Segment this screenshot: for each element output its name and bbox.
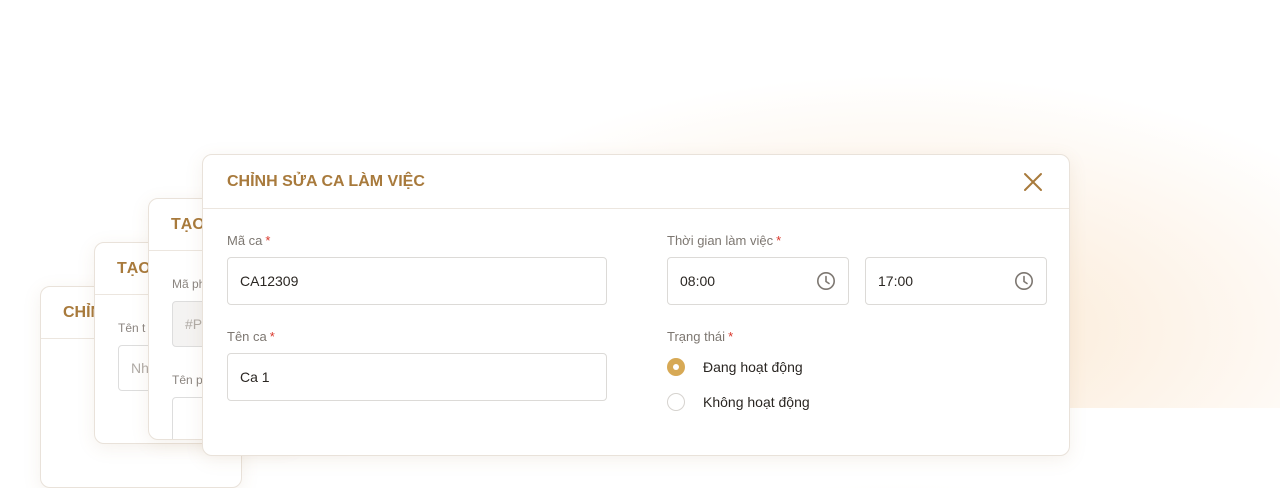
required-marker: * xyxy=(728,329,734,344)
status-option-active[interactable]: Đang hoạt động xyxy=(667,358,803,376)
shift-name-label: Tên ca * xyxy=(227,329,275,344)
start-time-value: 08:00 xyxy=(680,273,716,289)
status-option-inactive[interactable]: Không hoạt động xyxy=(667,393,810,411)
end-time-input[interactable]: 17:00 xyxy=(865,257,1047,305)
dialog-title: CHỈNH SỬA CA LÀM VIỆC xyxy=(203,155,1069,209)
radio-selected[interactable] xyxy=(667,358,685,376)
close-icon xyxy=(1024,173,1042,191)
required-marker: * xyxy=(265,233,271,248)
shift-code-value: CA12309 xyxy=(240,273,299,289)
clock-icon[interactable] xyxy=(816,271,836,291)
work-time-label: Thời gian làm việc * xyxy=(667,233,782,248)
background-field-label: Mã ph xyxy=(172,277,206,291)
required-marker: * xyxy=(776,233,782,248)
clock-icon[interactable] xyxy=(1014,271,1034,291)
required-marker: * xyxy=(269,329,275,344)
edit-shift-dialog: CHỈNH SỬA CA LÀM VIỆC Mã ca * CA12309 Tên… xyxy=(202,154,1070,456)
shift-code-input[interactable]: CA12309 xyxy=(227,257,607,305)
status-option-label: Đang hoạt động xyxy=(703,359,803,375)
radio-unselected[interactable] xyxy=(667,393,685,411)
shift-name-input[interactable]: Ca 1 xyxy=(227,353,607,401)
status-label: Trạng thái * xyxy=(667,329,734,344)
close-button[interactable] xyxy=(1021,170,1045,194)
background-field-label: Tên t xyxy=(118,321,146,335)
start-time-input[interactable]: 08:00 xyxy=(667,257,849,305)
background-field-label: Tên p xyxy=(172,373,203,387)
shift-name-value: Ca 1 xyxy=(240,369,270,385)
shift-code-label: Mã ca * xyxy=(227,233,271,248)
end-time-value: 17:00 xyxy=(878,273,914,289)
